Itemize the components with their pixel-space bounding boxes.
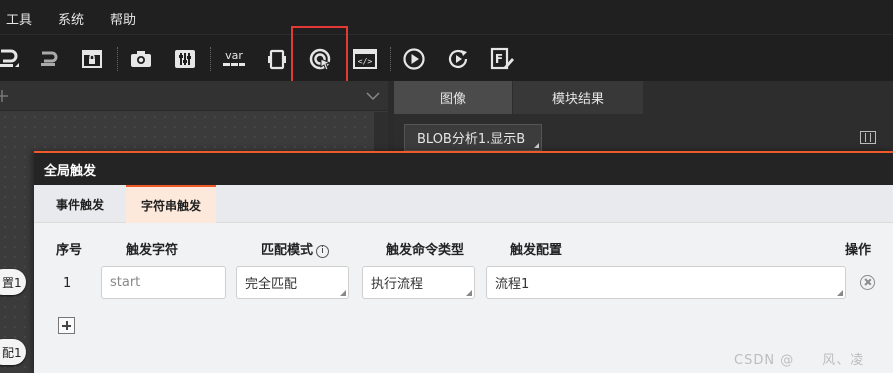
redo-icon[interactable]: [33, 44, 63, 74]
svg-text:var: var: [225, 49, 243, 62]
row-index: 1: [63, 276, 72, 291]
column-header-index: 序号: [56, 243, 83, 258]
camera-icon[interactable]: [126, 44, 156, 74]
info-icon[interactable]: i: [316, 245, 330, 258]
dropdown-corner-icon: [534, 143, 539, 148]
delete-row-icon[interactable]: [860, 275, 875, 290]
tab-event-trigger[interactable]: 事件触发: [34, 185, 126, 223]
column-header-trigger-string: 触发字符: [126, 243, 179, 258]
menu-help[interactable]: 帮助: [110, 9, 136, 28]
add-icon[interactable]: [0, 89, 10, 103]
column-header-action: 操作: [845, 243, 872, 258]
global-trigger-dialog: 全局触发 事件触发 字符串触发 序号 触发字符 匹配模式 i 触发命令类型 触发配…: [34, 151, 893, 373]
column-header-config: 触发配置: [510, 243, 563, 258]
lock-window-icon[interactable]: [77, 44, 107, 74]
image-source-select[interactable]: BLOB分析1.显示B: [404, 124, 542, 151]
variable-icon[interactable]: var: [219, 44, 249, 74]
tab-module-results[interactable]: 模块结果: [513, 81, 643, 114]
menu-bar: 工具 系统 帮助: [0, 0, 893, 34]
command-type-select[interactable]: 执行流程: [362, 266, 475, 299]
menu-system[interactable]: 系统: [58, 9, 84, 28]
dropdown-corner-icon: [837, 290, 843, 296]
run-icon[interactable]: [399, 44, 429, 74]
highlight-box: [291, 26, 348, 89]
trigger-config-select[interactable]: 流程1: [486, 266, 846, 299]
tab-string-trigger[interactable]: 字符串触发: [126, 185, 216, 223]
trigger-string-input[interactable]: start: [101, 266, 226, 299]
canvas-node[interactable]: 配1: [0, 339, 26, 365]
add-row-button[interactable]: [58, 317, 75, 334]
svg-text:</>: </>: [358, 57, 373, 66]
menu-tools[interactable]: 工具: [6, 9, 32, 28]
layout-grid-icon[interactable]: [860, 131, 876, 144]
dropdown-corner-icon: [340, 290, 346, 296]
column-header-match-mode: 匹配模式 i: [261, 239, 330, 258]
cycle-run-icon[interactable]: [443, 44, 473, 74]
dialog-title: 全局触发: [34, 153, 893, 185]
toolbar: var </> F: [0, 34, 893, 81]
watermark: CSDN @ 风、凌: [734, 353, 865, 368]
chevron-down-icon[interactable]: [366, 91, 380, 101]
sliders-icon[interactable]: [170, 44, 200, 74]
undo-icon[interactable]: [0, 44, 22, 74]
edit-doc-icon[interactable]: F: [487, 44, 517, 74]
dropdown-corner-icon: [466, 290, 472, 296]
dialog-tabs: 事件触发 字符串触发: [34, 185, 893, 223]
match-mode-select[interactable]: 完全匹配: [236, 266, 349, 299]
tab-image[interactable]: 图像: [394, 81, 512, 114]
process-panel-header: [0, 81, 388, 111]
column-header-command-type: 触发命令类型: [386, 243, 465, 258]
svg-text:F: F: [495, 52, 503, 66]
device-icon[interactable]: [262, 44, 292, 74]
script-icon[interactable]: </>: [350, 44, 380, 74]
canvas-node[interactable]: 置1: [0, 269, 26, 295]
